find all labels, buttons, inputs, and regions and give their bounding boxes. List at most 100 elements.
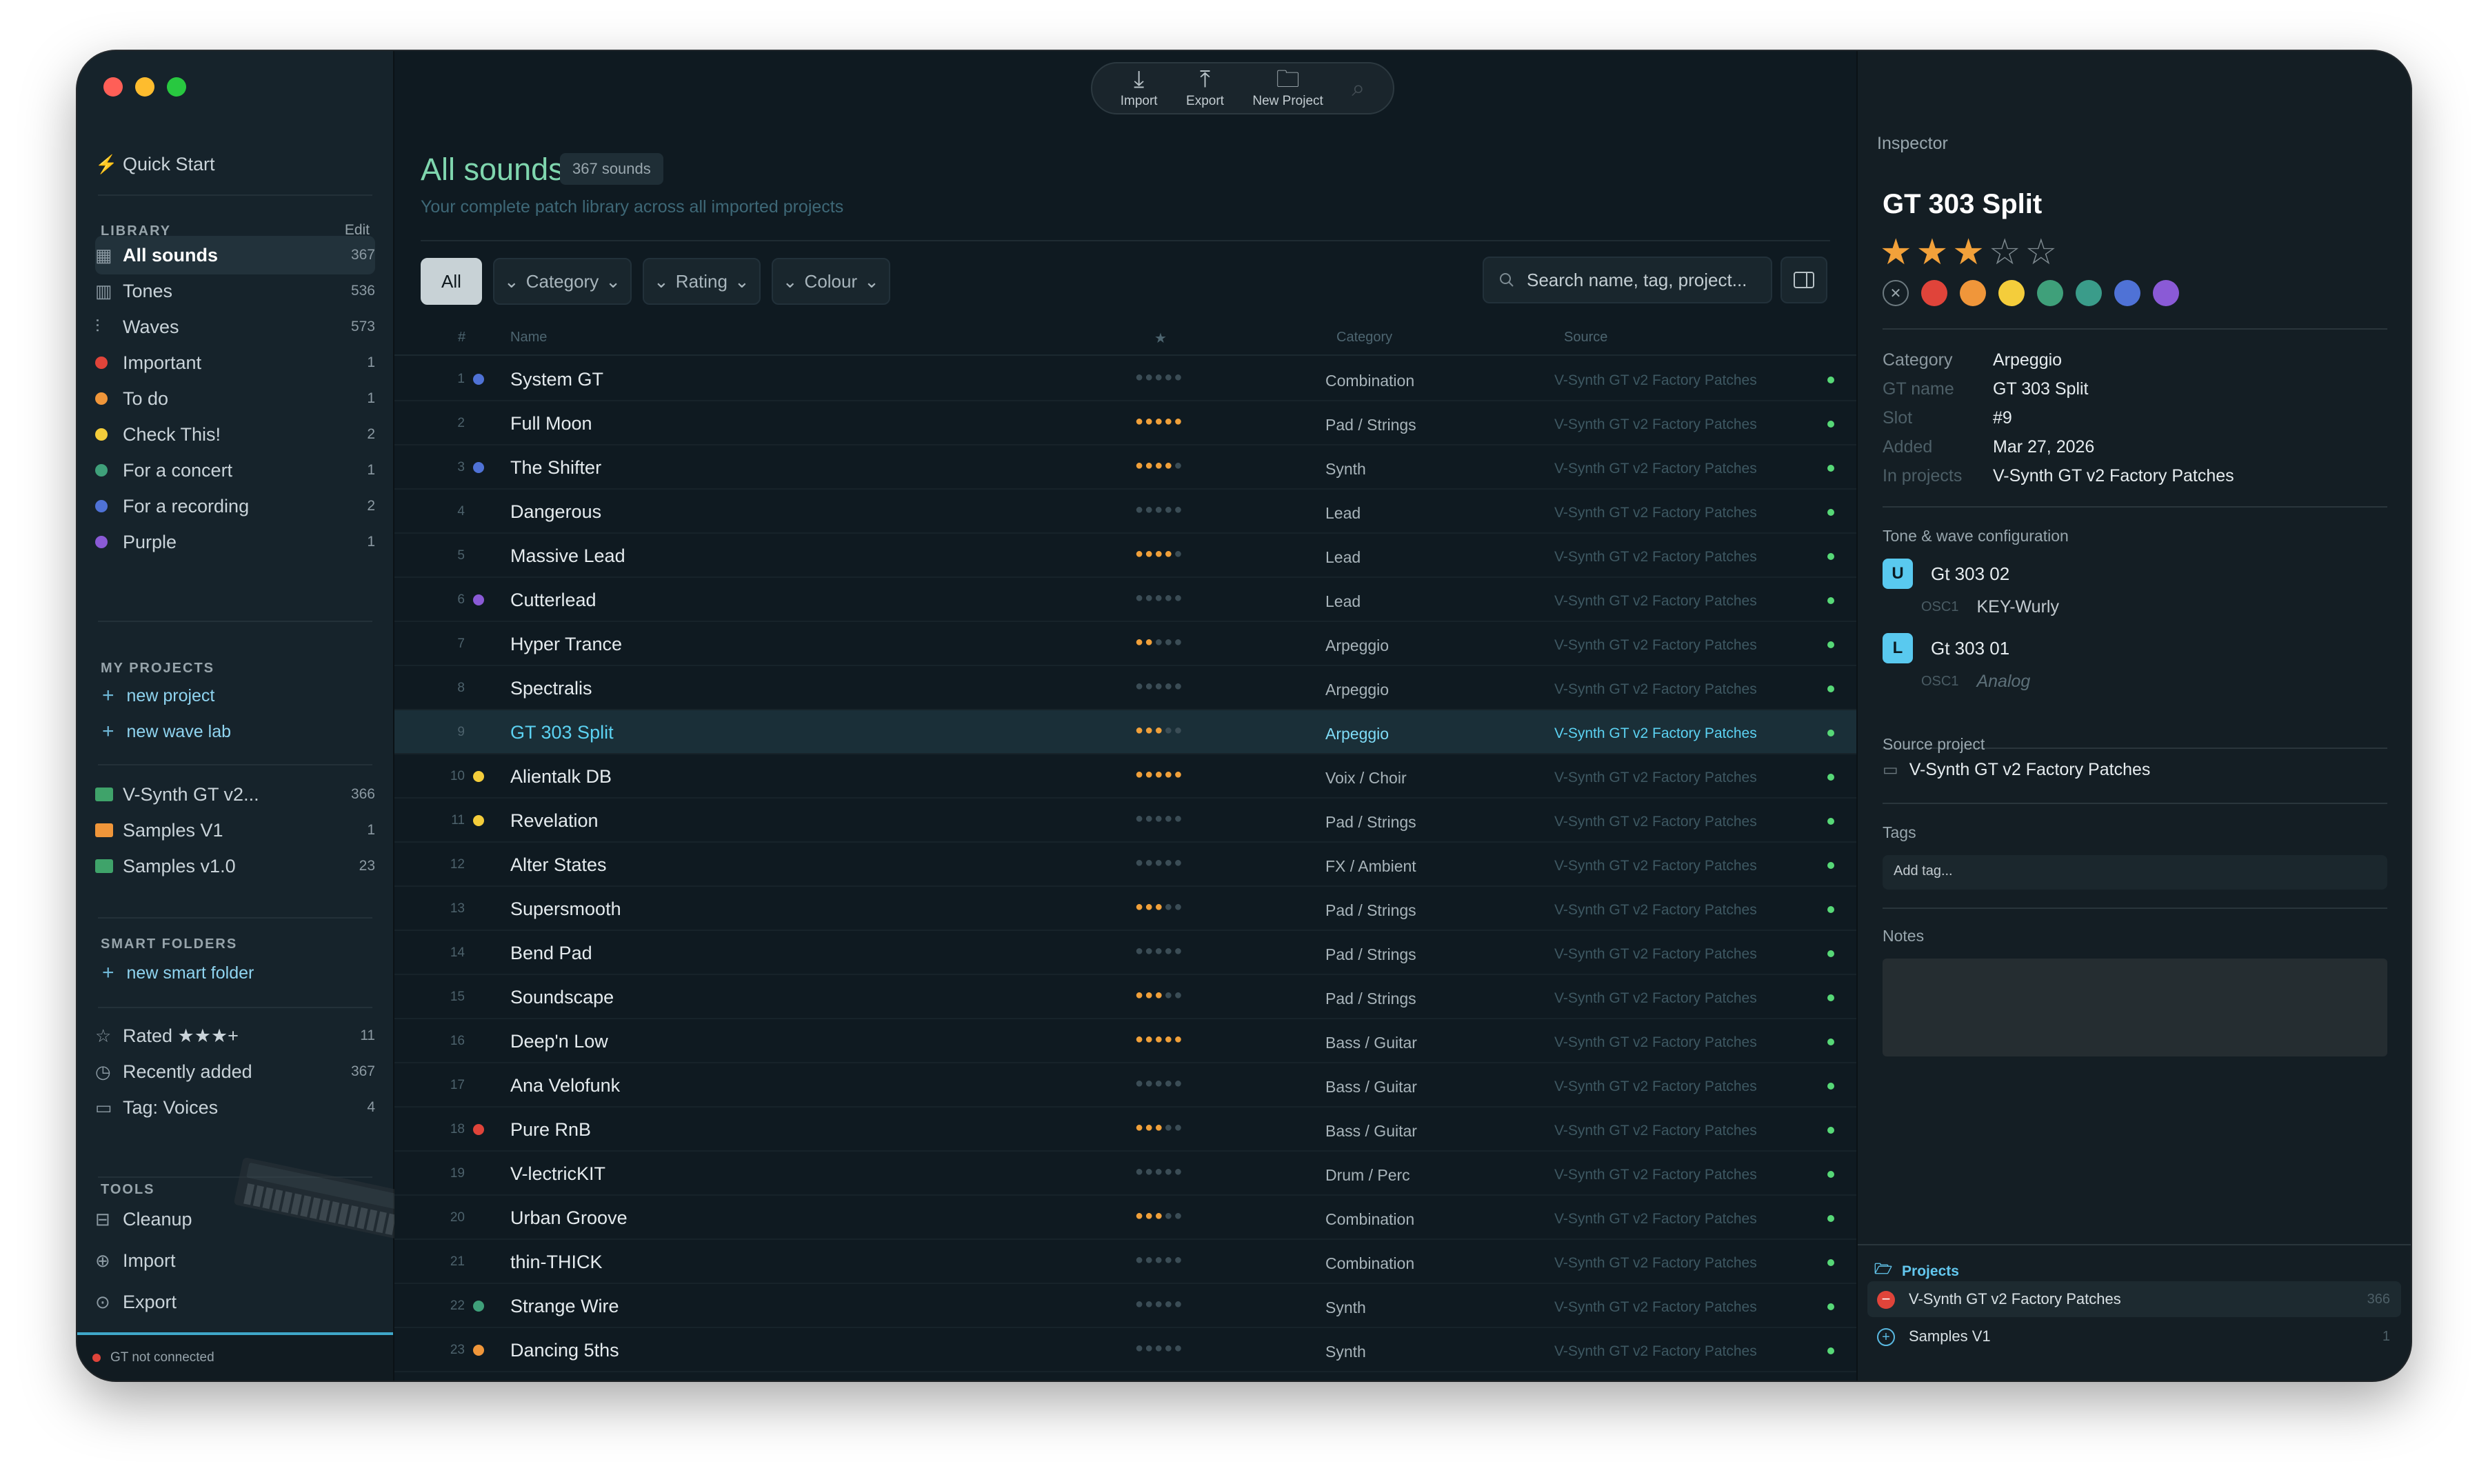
tool-item-export[interactable]: ⊙ Export [95,1283,375,1321]
rating-dots[interactable]: ●●●●● [1135,1341,1183,1356]
color-swatch[interactable] [2076,280,2102,306]
smart-folder-item[interactable]: ◷ Recently added 367 [95,1052,375,1091]
rating-dots[interactable]: ●●●●● [1135,723,1183,739]
source-project-link[interactable]: ▭ V-Synth GT v2 Factory Patches [1883,760,2150,780]
table-row[interactable]: 22 Strange Wire ●●●●● Synth V-Synth GT v2 Fa… [394,1284,1868,1328]
table-row[interactable]: 19 V-lectricKIT ●●●●● Drum / Perc V-Synth GT… [394,1152,1868,1196]
table-row[interactable]: 8 Spectralis ●●●●● Arpeggio V-Synth GT v2 Fa… [394,666,1868,710]
rating-dots[interactable]: ●●●●● [1135,1208,1183,1224]
colour-filter-dropdown[interactable]: ⌄ Colour ⌄ [771,258,890,305]
quick-start-item[interactable]: ⚡ Quick Start [95,145,375,183]
minimize-window-button[interactable] [135,77,154,97]
rating-filter-dropdown[interactable]: ⌄ Rating ⌄ [643,258,761,305]
category-filter-dropdown[interactable]: ⌄ Category ⌄ [492,258,632,305]
table-row[interactable]: 17 Ana Velofunk ●●●●● Bass / Guitar V-Synth … [394,1063,1868,1107]
scan-button[interactable]: ⌕ [1352,77,1365,100]
remove-icon[interactable]: − [1877,1290,1895,1309]
zoom-window-button[interactable] [167,77,186,97]
smart-folder-item[interactable]: ☆ Rated ★★★+ 11 [95,1016,375,1055]
table-row[interactable]: 6 Cutterlead ●●●●● Lead V-Synth GT v2 Factor… [394,578,1868,622]
add-icon[interactable]: + [1877,1327,1895,1346]
tone-row[interactable]: L Gt 303 01 [1883,633,2009,663]
project-item[interactable]: Samples v1.0 23 [95,847,375,885]
add-tag-input[interactable]: Add tag... [1883,855,2387,890]
export-button[interactable]: ⤒ Export [1186,68,1224,109]
sidebar-item-check-this-[interactable]: Check This! 2 [95,415,375,454]
star-icon[interactable]: ☆ [1989,232,2025,272]
rating-dots[interactable]: ●●●●● [1135,811,1183,827]
rating-dots[interactable]: ●●●●● [1135,767,1183,783]
table-row[interactable]: 21 thin-THICK ●●●●● Combination V-Synth GT v… [394,1240,1868,1284]
rating-dots[interactable]: ●●●●● [1135,943,1183,959]
rating-dots[interactable]: ●●●●● [1135,899,1183,915]
sidebar-item-for-a-concert[interactable]: For a concert 1 [95,451,375,490]
rating-dots[interactable]: ●●●●● [1135,1120,1183,1136]
clear-color-button[interactable]: ✕ [1883,280,1909,306]
table-row[interactable]: 10 Alientalk DB ●●●●● Voix / Choir V-Synth G… [394,754,1868,799]
star-icon[interactable]: ★ [1916,232,1953,272]
project-membership-row[interactable]: − V-Synth GT v2 Factory Patches 366 [1867,1281,2401,1317]
new-project-button[interactable]: 🗀 New Project [1252,68,1323,109]
star-icon[interactable]: ★ [1880,232,1916,272]
col-name[interactable]: Name [510,330,547,345]
sidebar-item-to-do[interactable]: To do 1 [95,379,375,418]
new-wave-lab-link[interactable]: + new wave lab [102,720,231,743]
table-row[interactable]: 1 System GT ●●●●● Combination V-Synth GT v2 … [394,357,1868,401]
project-membership-row[interactable]: + Samples V1 1 [1867,1318,2401,1354]
tool-item-cleanup[interactable]: ⊟ Cleanup [95,1200,375,1239]
rating-stars[interactable]: ★★★☆☆ [1880,232,2061,273]
color-swatch[interactable] [1921,280,1947,306]
sidebar-item-for-a-recording[interactable]: For a recording 2 [95,487,375,525]
search-input[interactable]: Search name, tag, project... [1483,257,1772,303]
sidebar-item-important[interactable]: Important 1 [95,343,375,382]
rating-dots[interactable]: ●●●●● [1135,1032,1183,1047]
rating-dots[interactable]: ●●●●● [1135,502,1183,518]
col-rating[interactable]: ★ [1154,330,1167,347]
table-row[interactable]: 15 Soundscape ●●●●● Pad / Strings V-Synth GT… [394,975,1868,1019]
filter-all-button[interactable]: All [421,258,482,305]
rating-dots[interactable]: ●●●●● [1135,1076,1183,1092]
smart-folder-item[interactable]: ▭ Tag: Voices 4 [95,1088,375,1127]
table-row[interactable]: 23 Dancing 5ths ●●●●● Synth V-Synth GT v2 Fa… [394,1328,1868,1372]
rating-dots[interactable]: ●●●●● [1135,855,1183,871]
color-swatch[interactable] [2037,280,2063,306]
rating-dots[interactable]: ●●●●● [1135,1296,1183,1312]
table-row[interactable]: 13 Supersmooth ●●●●● Pad / Strings V-Synth G… [394,887,1868,931]
star-icon[interactable]: ☆ [2025,232,2062,272]
table-row[interactable]: 11 Revelation ●●●●● Pad / Strings V-Synth GT… [394,799,1868,843]
tool-item-import[interactable]: ⊕ Import [95,1241,375,1280]
new-smart-folder-link[interactable]: + new smart folder [102,961,254,985]
table-row[interactable]: 3 The Shifter ●●●●● Synth V-Synth GT v2 Fact… [394,445,1868,490]
tone-row[interactable]: U Gt 303 02 [1883,559,2009,589]
table-row[interactable]: 12 Alter States ●●●●● FX / Ambient V-Synth G… [394,843,1868,887]
rating-dots[interactable]: ●●●●● [1135,458,1183,474]
sidebar-item-all-sounds[interactable]: ▦ All sounds 367 [95,236,375,274]
table-row[interactable]: 5 Massive Lead ●●●●● Lead V-Synth GT v2 Fact… [394,534,1868,578]
rating-dots[interactable]: ●●●●● [1135,634,1183,650]
rating-dots[interactable]: ●●●●● [1135,679,1183,694]
color-swatch[interactable] [1998,280,2025,306]
table-row[interactable]: 7 Hyper Trance ●●●●● Arpeggio V-Synth GT v2 … [394,622,1868,666]
notes-textarea[interactable] [1883,959,2387,1056]
rating-dots[interactable]: ●●●●● [1135,1252,1183,1268]
toggle-inspector-button[interactable] [1780,257,1827,303]
color-swatch[interactable] [2153,280,2179,306]
table-row[interactable]: 4 Dangerous ●●●●● Lead V-Synth GT v2 Factory… [394,490,1868,534]
table-row[interactable]: 14 Bend Pad ●●●●● Pad / Strings V-Synth GT v… [394,931,1868,975]
rating-dots[interactable]: ●●●●● [1135,590,1183,606]
project-item[interactable]: V-Synth GT v2... 366 [95,775,375,814]
rating-dots[interactable]: ●●●●● [1135,370,1183,385]
star-icon[interactable]: ★ [1952,232,1989,272]
table-row[interactable]: 20 Urban Groove ●●●●● Combination V-Synth GT… [394,1196,1868,1240]
rating-dots[interactable]: ●●●●● [1135,546,1183,562]
color-swatch[interactable] [2114,280,2140,306]
rating-dots[interactable]: ●●●●● [1135,414,1183,430]
table-row[interactable]: 9 GT 303 Split ●●●●● Arpeggio V-Synth GT v2 … [394,710,1868,754]
import-button[interactable]: ⤓ Import [1121,68,1158,109]
rating-dots[interactable]: ●●●●● [1135,987,1183,1003]
col-source[interactable]: Source [1564,330,1607,345]
sidebar-item-tones[interactable]: ▥ Tones 536 [95,272,375,310]
new-project-link[interactable]: + new project [102,684,214,708]
color-swatch[interactable] [1960,280,1986,306]
col-category[interactable]: Category [1336,330,1392,345]
